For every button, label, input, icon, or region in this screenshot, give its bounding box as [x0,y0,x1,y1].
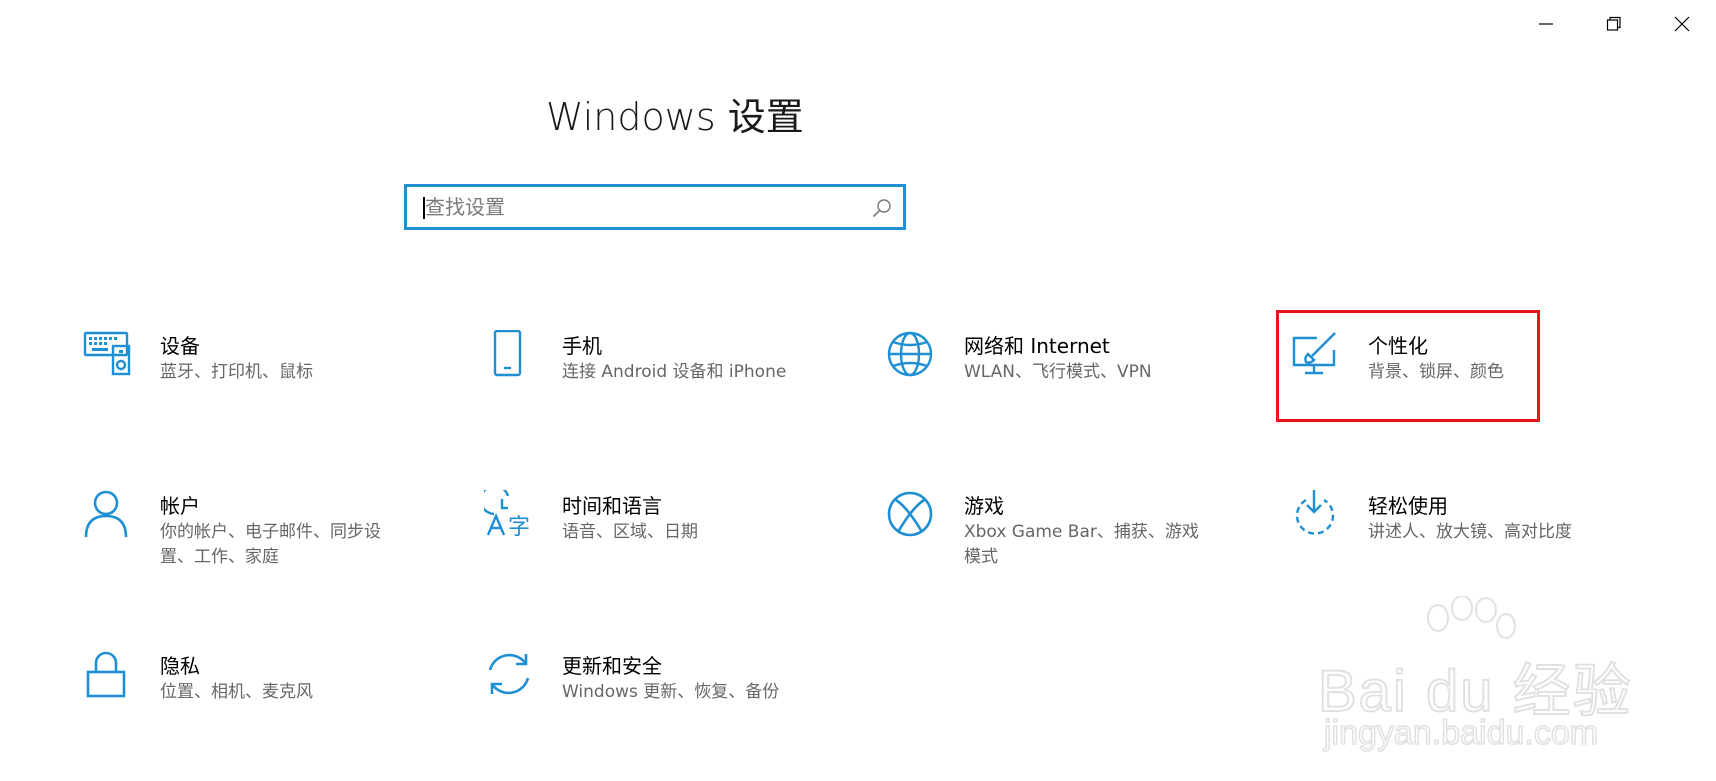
devices-icon [83,331,131,376]
restore-button[interactable] [1580,0,1648,48]
sync-icon [488,653,530,695]
tile-description: Windows 更新、恢复、备份 [562,682,780,702]
tile-title: 更新和安全 [562,654,662,678]
minimize-icon [1539,23,1553,25]
tile-description: WLAN、飞行模式、VPN [964,362,1152,382]
search-box[interactable] [404,184,906,230]
tile-title: 设备 [160,334,200,358]
tile-update-security[interactable]: 更新和安全 Windows 更新、恢复、备份 [484,650,814,760]
tile-network-internet[interactable]: 网络和 Internet WLAN、飞行模式、VPN [886,330,1216,440]
tile-privacy[interactable]: 隐私 位置、相机、麦克风 [82,650,412,760]
restore-icon [1606,16,1621,31]
minimize-button[interactable] [1512,0,1580,48]
person-icon [84,490,128,538]
xbox-icon [887,491,933,537]
ease-of-access-icon [1295,490,1335,535]
highlight-box [1276,310,1540,422]
caption-buttons [1512,0,1716,48]
tile-title: 时间和语言 [562,494,662,518]
globe-icon [887,331,933,377]
tile-gaming[interactable]: 游戏 Xbox Game Bar、捕获、游戏模式 [886,490,1216,600]
tile-title: 游戏 [964,494,1004,518]
tile-description: 位置、相机、麦克风 [160,682,313,702]
tile-title: 网络和 Internet [964,334,1110,358]
search-input[interactable] [419,193,855,221]
close-icon [1674,16,1690,32]
tile-description: 语音、区域、日期 [562,522,698,542]
svg-text:字: 字 [508,515,530,540]
tile-title: 轻松使用 [1368,494,1448,518]
tile-description: 你的帐户、电子邮件、同步设置、工作、家庭 [160,522,381,567]
tile-phone[interactable]: 手机 连接 Android 设备和 iPhone [484,330,814,440]
time-language-icon: 字 [484,490,530,540]
lock-icon [86,651,126,698]
tile-description: Xbox Game Bar、捕获、游戏模式 [964,522,1199,567]
tile-devices[interactable]: 设备 蓝牙、打印机、鼠标 [82,330,412,440]
tile-title: 帐户 [160,494,200,518]
settings-window: Windows 设置 设备 蓝牙 [0,0,1716,781]
tile-description: 连接 Android 设备和 iPhone [562,362,787,382]
baidu-watermark: Bai du 经验 jingyan.baidu.com [1317,596,1638,756]
tile-title: 隐私 [160,654,200,678]
watermark-url: jingyan.baidu.com [1323,713,1599,753]
tile-time-language[interactable]: 字 时间和语言 语音、区域、日期 [484,490,814,600]
close-button[interactable] [1648,0,1716,48]
phone-icon [493,330,522,377]
tile-accounts[interactable]: 帐户 你的帐户、电子邮件、同步设置、工作、家庭 [82,490,412,600]
tile-ease-of-access[interactable]: 轻松使用 讲述人、放大镜、高对比度 [1290,490,1620,600]
page-title: Windows 设置 [546,95,804,139]
tile-title: 手机 [562,334,602,358]
search-icon[interactable] [871,197,893,219]
tile-description: 蓝牙、打印机、鼠标 [160,362,313,382]
tile-description: 讲述人、放大镜、高对比度 [1368,522,1572,542]
